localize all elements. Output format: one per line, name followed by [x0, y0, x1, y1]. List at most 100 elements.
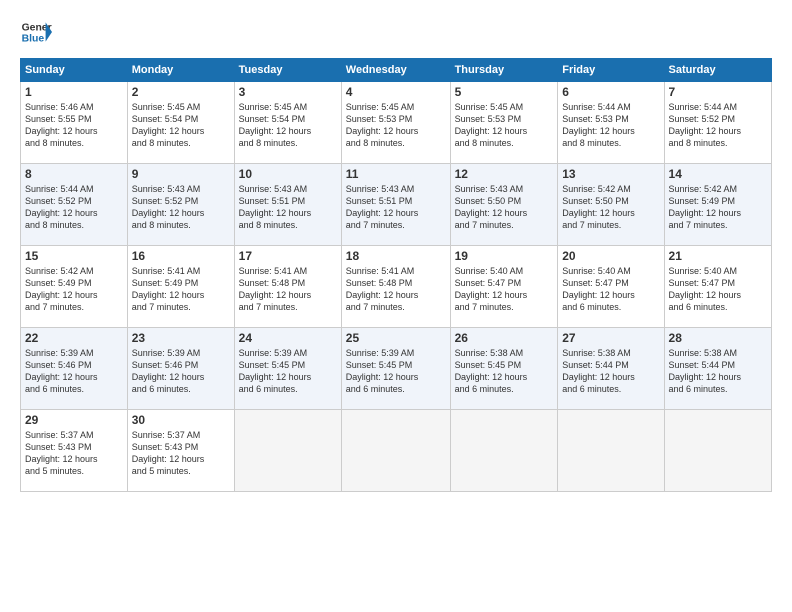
day-cell: 30 Sunrise: 5:37 AM Sunset: 5:43 PM Dayli… — [127, 410, 234, 492]
day-number: 4 — [346, 85, 446, 99]
day-cell: 26 Sunrise: 5:38 AM Sunset: 5:45 PM Dayli… — [450, 328, 558, 410]
day-cell — [450, 410, 558, 492]
day-detail: Sunrise: 5:40 AM Sunset: 5:47 PM Dayligh… — [562, 265, 659, 314]
day-detail: Sunrise: 5:45 AM Sunset: 5:53 PM Dayligh… — [346, 101, 446, 150]
day-cell: 9 Sunrise: 5:43 AM Sunset: 5:52 PM Daylig… — [127, 164, 234, 246]
day-number: 13 — [562, 167, 659, 181]
day-number: 7 — [669, 85, 767, 99]
day-cell: 11Sunrise: 5:43 AM Sunset: 5:51 PM Dayli… — [341, 164, 450, 246]
day-number: 6 — [562, 85, 659, 99]
day-detail: Sunrise: 5:44 AM Sunset: 5:52 PM Dayligh… — [25, 183, 123, 232]
day-cell: 18Sunrise: 5:41 AM Sunset: 5:48 PM Dayli… — [341, 246, 450, 328]
day-number: 19 — [455, 249, 554, 263]
day-cell: 2 Sunrise: 5:45 AM Sunset: 5:54 PM Daylig… — [127, 82, 234, 164]
day-cell: 16 Sunrise: 5:41 AM Sunset: 5:49 PM Dayli… — [127, 246, 234, 328]
day-cell: 22 Sunrise: 5:39 AM Sunset: 5:46 PM Dayli… — [21, 328, 128, 410]
day-detail: Sunrise: 5:42 AM Sunset: 5:49 PM Dayligh… — [25, 265, 123, 314]
day-number: 3 — [239, 85, 337, 99]
day-detail: Sunrise: 5:42 AM Sunset: 5:50 PM Dayligh… — [562, 183, 659, 232]
week-row-1: 1Sunrise: 5:46 AM Sunset: 5:55 PM Daylig… — [21, 82, 772, 164]
day-cell: 25 Sunrise: 5:39 AM Sunset: 5:45 PM Dayli… — [341, 328, 450, 410]
header: General Blue — [20, 16, 772, 48]
weekday-thursday: Thursday — [450, 59, 558, 82]
day-number: 1 — [25, 85, 123, 99]
day-cell: 12Sunrise: 5:43 AM Sunset: 5:50 PM Dayli… — [450, 164, 558, 246]
day-number: 17 — [239, 249, 337, 263]
weekday-saturday: Saturday — [664, 59, 771, 82]
day-cell: 13 Sunrise: 5:42 AM Sunset: 5:50 PM Dayli… — [558, 164, 664, 246]
day-cell: 10 Sunrise: 5:43 AM Sunset: 5:51 PM Dayli… — [234, 164, 341, 246]
day-cell: 8 Sunrise: 5:44 AM Sunset: 5:52 PM Daylig… — [21, 164, 128, 246]
week-row-2: 8 Sunrise: 5:44 AM Sunset: 5:52 PM Daylig… — [21, 164, 772, 246]
day-detail: Sunrise: 5:37 AM Sunset: 5:43 PM Dayligh… — [25, 429, 123, 478]
day-cell: 21 Sunrise: 5:40 AM Sunset: 5:47 PM Dayli… — [664, 246, 771, 328]
day-detail: Sunrise: 5:37 AM Sunset: 5:43 PM Dayligh… — [132, 429, 230, 478]
day-detail: Sunrise: 5:43 AM Sunset: 5:51 PM Dayligh… — [346, 183, 446, 232]
day-cell: 28Sunrise: 5:38 AM Sunset: 5:44 PM Dayli… — [664, 328, 771, 410]
day-number: 16 — [132, 249, 230, 263]
day-detail: Sunrise: 5:43 AM Sunset: 5:52 PM Dayligh… — [132, 183, 230, 232]
day-detail: Sunrise: 5:41 AM Sunset: 5:49 PM Dayligh… — [132, 265, 230, 314]
day-number: 5 — [455, 85, 554, 99]
day-number: 29 — [25, 413, 123, 427]
weekday-tuesday: Tuesday — [234, 59, 341, 82]
day-detail: Sunrise: 5:42 AM Sunset: 5:49 PM Dayligh… — [669, 183, 767, 232]
weekday-sunday: Sunday — [21, 59, 128, 82]
day-cell — [341, 410, 450, 492]
day-detail: Sunrise: 5:44 AM Sunset: 5:52 PM Dayligh… — [669, 101, 767, 150]
day-number: 9 — [132, 167, 230, 181]
week-row-3: 15 Sunrise: 5:42 AM Sunset: 5:49 PM Dayli… — [21, 246, 772, 328]
day-number: 26 — [455, 331, 554, 345]
page: General Blue SundayMondayTuesdayWednesda… — [0, 0, 792, 612]
day-detail: Sunrise: 5:45 AM Sunset: 5:54 PM Dayligh… — [132, 101, 230, 150]
day-cell: 23 Sunrise: 5:39 AM Sunset: 5:46 PM Dayli… — [127, 328, 234, 410]
day-number: 22 — [25, 331, 123, 345]
day-cell — [558, 410, 664, 492]
day-number: 8 — [25, 167, 123, 181]
day-cell: 1Sunrise: 5:46 AM Sunset: 5:55 PM Daylig… — [21, 82, 128, 164]
day-number: 24 — [239, 331, 337, 345]
day-detail: Sunrise: 5:38 AM Sunset: 5:44 PM Dayligh… — [669, 347, 767, 396]
day-number: 2 — [132, 85, 230, 99]
day-detail: Sunrise: 5:39 AM Sunset: 5:46 PM Dayligh… — [132, 347, 230, 396]
day-detail: Sunrise: 5:45 AM Sunset: 5:54 PM Dayligh… — [239, 101, 337, 150]
day-cell: 29 Sunrise: 5:37 AM Sunset: 5:43 PM Dayli… — [21, 410, 128, 492]
weekday-wednesday: Wednesday — [341, 59, 450, 82]
svg-text:Blue: Blue — [22, 34, 45, 45]
day-detail: Sunrise: 5:38 AM Sunset: 5:44 PM Dayligh… — [562, 347, 659, 396]
day-cell: 20Sunrise: 5:40 AM Sunset: 5:47 PM Dayli… — [558, 246, 664, 328]
day-detail: Sunrise: 5:39 AM Sunset: 5:45 PM Dayligh… — [239, 347, 337, 396]
day-number: 21 — [669, 249, 767, 263]
day-detail: Sunrise: 5:40 AM Sunset: 5:47 PM Dayligh… — [455, 265, 554, 314]
day-number: 14 — [669, 167, 767, 181]
day-number: 15 — [25, 249, 123, 263]
day-cell — [234, 410, 341, 492]
calendar-table: SundayMondayTuesdayWednesdayThursdayFrid… — [20, 58, 772, 492]
day-cell: 24 Sunrise: 5:39 AM Sunset: 5:45 PM Dayli… — [234, 328, 341, 410]
day-detail: Sunrise: 5:39 AM Sunset: 5:45 PM Dayligh… — [346, 347, 446, 396]
day-detail: Sunrise: 5:38 AM Sunset: 5:45 PM Dayligh… — [455, 347, 554, 396]
day-detail: Sunrise: 5:43 AM Sunset: 5:51 PM Dayligh… — [239, 183, 337, 232]
day-cell: 17 Sunrise: 5:41 AM Sunset: 5:48 PM Dayli… — [234, 246, 341, 328]
day-number: 23 — [132, 331, 230, 345]
logo: General Blue — [20, 16, 52, 48]
day-cell: 14 Sunrise: 5:42 AM Sunset: 5:49 PM Dayli… — [664, 164, 771, 246]
weekday-friday: Friday — [558, 59, 664, 82]
day-detail: Sunrise: 5:40 AM Sunset: 5:47 PM Dayligh… — [669, 265, 767, 314]
day-detail: Sunrise: 5:45 AM Sunset: 5:53 PM Dayligh… — [455, 101, 554, 150]
day-cell: 27 Sunrise: 5:38 AM Sunset: 5:44 PM Dayli… — [558, 328, 664, 410]
weekday-monday: Monday — [127, 59, 234, 82]
day-detail: Sunrise: 5:39 AM Sunset: 5:46 PM Dayligh… — [25, 347, 123, 396]
day-number: 10 — [239, 167, 337, 181]
day-cell — [664, 410, 771, 492]
day-detail: Sunrise: 5:41 AM Sunset: 5:48 PM Dayligh… — [239, 265, 337, 314]
day-cell: 19 Sunrise: 5:40 AM Sunset: 5:47 PM Dayli… — [450, 246, 558, 328]
week-row-4: 22 Sunrise: 5:39 AM Sunset: 5:46 PM Dayli… — [21, 328, 772, 410]
day-number: 18 — [346, 249, 446, 263]
day-number: 27 — [562, 331, 659, 345]
day-number: 30 — [132, 413, 230, 427]
day-number: 25 — [346, 331, 446, 345]
day-detail: Sunrise: 5:44 AM Sunset: 5:53 PM Dayligh… — [562, 101, 659, 150]
day-cell: 15 Sunrise: 5:42 AM Sunset: 5:49 PM Dayli… — [21, 246, 128, 328]
day-cell: 6 Sunrise: 5:44 AM Sunset: 5:53 PM Daylig… — [558, 82, 664, 164]
